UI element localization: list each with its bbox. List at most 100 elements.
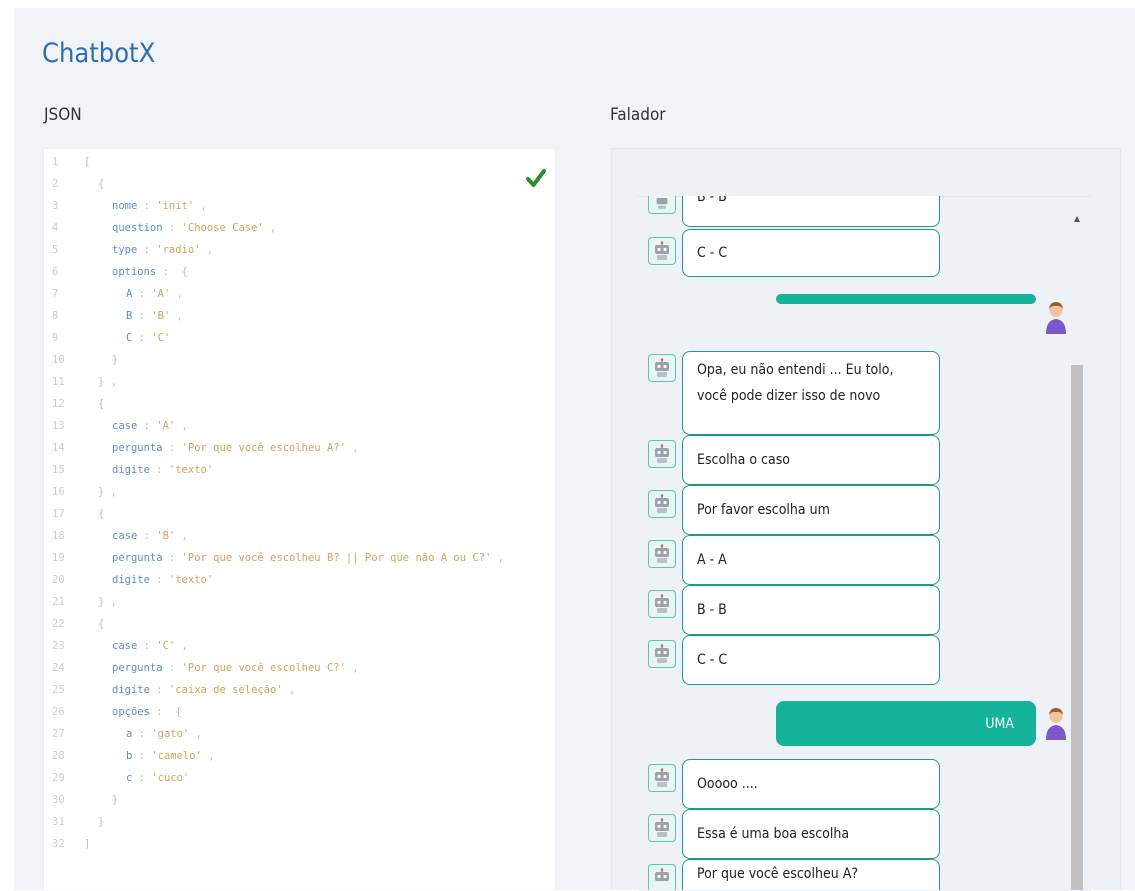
code-punctuation: , — [345, 662, 359, 674]
code-text: B : 'B' , — [126, 310, 183, 322]
line-number: 31 — [52, 816, 65, 828]
line-number: 26 — [52, 706, 65, 718]
bot-message-bubble: Ooooo .... — [682, 759, 940, 809]
line-number: 9 — [52, 332, 59, 344]
code-punctuation: , — [282, 684, 296, 696]
code-line: 30} — [44, 789, 555, 811]
line-number: 15 — [52, 464, 65, 476]
code-value: 'gato' — [151, 728, 190, 740]
code-punctuation: { — [98, 508, 105, 520]
bot-message-text: Opa, eu não entendi ... Eu tolo, você po… — [697, 362, 894, 404]
code-punctuation: { — [98, 618, 105, 630]
code-key: digite — [112, 574, 150, 586]
code-key: type — [112, 244, 138, 256]
line-number: 29 — [52, 772, 65, 784]
json-editor[interactable]: 1[2{3 nome : 'init' , 4 question : 'Choose … — [44, 149, 555, 890]
code-punctuation: , — [175, 640, 188, 652]
user-message-bubble — [776, 294, 1036, 304]
code-text: { — [98, 393, 104, 415]
code-text: b : 'camelo' , — [126, 750, 215, 762]
code-punctuation: , — [175, 530, 188, 542]
code-text: C : 'C' — [126, 332, 171, 344]
code-punctuation: , — [263, 222, 277, 234]
code-line: 1[ — [44, 151, 555, 173]
line-number: 20 — [52, 574, 65, 586]
line-number: 23 — [52, 640, 65, 652]
line-number: 10 — [52, 354, 65, 366]
bot-message-text: B - B — [697, 602, 727, 618]
line-number: 30 — [52, 794, 65, 806]
code-key: options — [112, 266, 157, 278]
code-line: 19 pergunta : 'Por que você escolheu B? |… — [44, 547, 555, 569]
code-value: 'caixa de seleção' — [168, 684, 283, 696]
line-number: 24 — [52, 662, 65, 674]
code-punctuation: , — [345, 442, 359, 454]
code-text: digite : 'caixa de seleção' , — [112, 684, 296, 696]
code-line: 10} — [44, 349, 555, 371]
code-text: pergunta : 'Por que você escolheu C?' , — [112, 662, 359, 674]
line-number: 1 — [52, 156, 59, 168]
code-line: 31} — [44, 811, 555, 833]
bot-message-bubble: Por que você escolheu A? — [682, 859, 940, 890]
chat-scrollbar-thumb[interactable] — [1071, 365, 1083, 890]
bot-avatar — [648, 237, 676, 265]
code-key: digite — [112, 684, 150, 696]
code-text: } — [112, 789, 118, 811]
code-key: case — [112, 420, 138, 432]
user-avatar-icon — [1046, 302, 1066, 334]
code-value: 'Por que você escolheu C?' — [181, 662, 346, 674]
code-line: 23 case : 'C' , — [44, 635, 555, 657]
talker-section-label: Falador — [610, 105, 666, 125]
code-text: } — [98, 811, 104, 833]
robot-icon — [655, 594, 669, 613]
code-punctuation: } , — [98, 486, 117, 498]
code-key: pergunta — [112, 442, 163, 454]
line-number: 28 — [52, 750, 65, 762]
bot-message-bubble: Escolha o caso — [682, 435, 940, 485]
line-number: 27 — [52, 728, 65, 740]
code-line: 21} , — [44, 591, 555, 613]
code-line: 24 pergunta : 'Por que você escolheu C?' … — [44, 657, 555, 679]
code-text: options : { — [112, 266, 188, 278]
robot-icon — [655, 867, 669, 881]
line-number: 32 — [52, 838, 65, 850]
code-text: case : 'C' , — [112, 640, 188, 652]
code-value: 'B' — [151, 310, 171, 322]
code-line: 16} , — [44, 481, 555, 503]
app-title: ChatbotX — [42, 38, 156, 69]
code-punctuation: { — [168, 706, 182, 718]
robot-icon — [655, 544, 669, 563]
code-line: 27 a : 'gato' , — [44, 723, 555, 745]
code-value: 'C' — [151, 332, 171, 344]
checkmark-icon — [526, 169, 546, 187]
code-key: pergunta — [112, 662, 163, 674]
line-number: 25 — [52, 684, 65, 696]
bot-message-bubble: B - B — [682, 196, 940, 227]
line-number: 6 — [52, 266, 59, 278]
user-message-text: UMA — [985, 715, 1014, 732]
code-value: 'texto' — [168, 574, 214, 586]
bot-message-bubble: A - A — [682, 535, 940, 585]
code-text: } , — [98, 481, 117, 503]
line-number: 7 — [52, 288, 59, 300]
code-punctuation: , — [175, 420, 188, 432]
code-punctuation: } — [98, 816, 105, 828]
code-line: 2{ — [44, 173, 555, 195]
code-line: 12 { — [44, 393, 555, 415]
bot-message-bubble: C - C — [682, 229, 940, 277]
code-punctuation: , — [201, 750, 215, 762]
code-line: 14 pergunta : 'Por que você escolheu A?' … — [44, 437, 555, 459]
code-value: 'camelo' — [151, 750, 202, 762]
bot-avatar — [648, 354, 676, 382]
bot-message-bubble: B - B — [682, 585, 940, 635]
code-value: 'A' — [151, 288, 171, 300]
code-punctuation: , — [170, 288, 183, 300]
bot-avatar — [648, 440, 676, 468]
line-number: 19 — [52, 552, 65, 564]
robot-icon — [655, 494, 669, 513]
code-text: opções : { — [112, 706, 182, 718]
scroll-up-arrow-icon[interactable] — [1074, 216, 1080, 222]
code-line: 8 B : 'B' , — [44, 305, 555, 327]
code-value: 'B' — [156, 530, 176, 542]
code-punctuation: } , — [98, 596, 117, 608]
